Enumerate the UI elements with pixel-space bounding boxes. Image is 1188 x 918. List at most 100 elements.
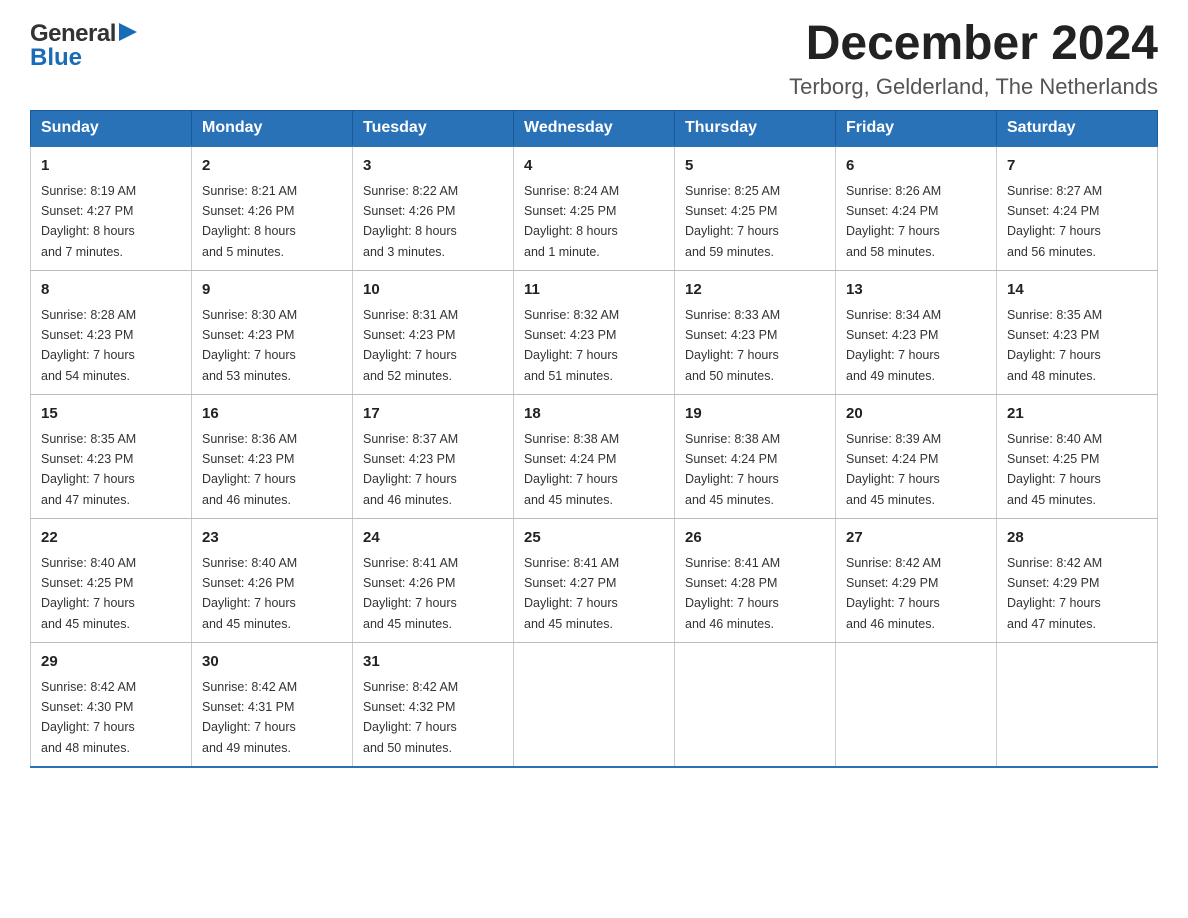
day-info: Sunrise: 8:41 AMSunset: 4:28 PMDaylight:… bbox=[685, 556, 780, 631]
day-number: 8 bbox=[41, 279, 181, 302]
day-info: Sunrise: 8:34 AMSunset: 4:23 PMDaylight:… bbox=[846, 308, 941, 383]
day-info: Sunrise: 8:31 AMSunset: 4:23 PMDaylight:… bbox=[363, 308, 458, 383]
calendar-cell: 5 Sunrise: 8:25 AMSunset: 4:25 PMDaylight… bbox=[675, 146, 836, 271]
calendar-cell: 4 Sunrise: 8:24 AMSunset: 4:25 PMDaylight… bbox=[514, 146, 675, 271]
calendar-cell: 28 Sunrise: 8:42 AMSunset: 4:29 PMDayligh… bbox=[997, 519, 1158, 643]
day-info: Sunrise: 8:28 AMSunset: 4:23 PMDaylight:… bbox=[41, 308, 136, 383]
calendar-table: SundayMondayTuesdayWednesdayThursdayFrid… bbox=[30, 110, 1158, 768]
calendar-cell: 10 Sunrise: 8:31 AMSunset: 4:23 PMDayligh… bbox=[353, 271, 514, 395]
day-info: Sunrise: 8:42 AMSunset: 4:29 PMDaylight:… bbox=[1007, 556, 1102, 631]
calendar-cell: 7 Sunrise: 8:27 AMSunset: 4:24 PMDaylight… bbox=[997, 146, 1158, 271]
calendar-cell: 30 Sunrise: 8:42 AMSunset: 4:31 PMDayligh… bbox=[192, 643, 353, 768]
day-number: 30 bbox=[202, 651, 342, 674]
calendar-cell: 1Sunrise: 8:19 AMSunset: 4:27 PMDaylight… bbox=[31, 146, 192, 271]
day-info: Sunrise: 8:26 AMSunset: 4:24 PMDaylight:… bbox=[846, 184, 941, 259]
day-number: 28 bbox=[1007, 527, 1147, 550]
week-row-4: 22 Sunrise: 8:40 AMSunset: 4:25 PMDayligh… bbox=[31, 519, 1158, 643]
logo-arrow-icon bbox=[119, 21, 137, 43]
day-info: Sunrise: 8:37 AMSunset: 4:23 PMDaylight:… bbox=[363, 432, 458, 507]
day-info: Sunrise: 8:41 AMSunset: 4:27 PMDaylight:… bbox=[524, 556, 619, 631]
calendar-cell: 25 Sunrise: 8:41 AMSunset: 4:27 PMDayligh… bbox=[514, 519, 675, 643]
header-friday: Friday bbox=[836, 111, 997, 147]
calendar-cell: 27Sunrise: 8:42 AMSunset: 4:29 PMDayligh… bbox=[836, 519, 997, 643]
calendar-cell: 8 Sunrise: 8:28 AMSunset: 4:23 PMDaylight… bbox=[31, 271, 192, 395]
day-info: Sunrise: 8:39 AMSunset: 4:24 PMDaylight:… bbox=[846, 432, 941, 507]
day-info: Sunrise: 8:22 AMSunset: 4:26 PMDaylight:… bbox=[363, 184, 458, 259]
day-info: Sunrise: 8:27 AMSunset: 4:24 PMDaylight:… bbox=[1007, 184, 1102, 259]
day-info: Sunrise: 8:30 AMSunset: 4:23 PMDaylight:… bbox=[202, 308, 297, 383]
day-info: Sunrise: 8:32 AMSunset: 4:23 PMDaylight:… bbox=[524, 308, 619, 383]
day-info: Sunrise: 8:42 AMSunset: 4:31 PMDaylight:… bbox=[202, 680, 297, 755]
location-subtitle: Terborg, Gelderland, The Netherlands bbox=[789, 74, 1158, 100]
header-tuesday: Tuesday bbox=[353, 111, 514, 147]
title-section: December 2024 Terborg, Gelderland, The N… bbox=[789, 20, 1158, 100]
day-info: Sunrise: 8:25 AMSunset: 4:25 PMDaylight:… bbox=[685, 184, 780, 259]
calendar-cell: 31 Sunrise: 8:42 AMSunset: 4:32 PMDayligh… bbox=[353, 643, 514, 768]
calendar-cell: 9 Sunrise: 8:30 AMSunset: 4:23 PMDaylight… bbox=[192, 271, 353, 395]
calendar-cell: 19 Sunrise: 8:38 AMSunset: 4:24 PMDayligh… bbox=[675, 395, 836, 519]
calendar-cell: 6 Sunrise: 8:26 AMSunset: 4:24 PMDaylight… bbox=[836, 146, 997, 271]
month-title: December 2024 bbox=[789, 20, 1158, 68]
calendar-cell: 20Sunrise: 8:39 AMSunset: 4:24 PMDayligh… bbox=[836, 395, 997, 519]
day-info: Sunrise: 8:42 AMSunset: 4:30 PMDaylight:… bbox=[41, 680, 136, 755]
day-number: 29 bbox=[41, 651, 181, 674]
header-wednesday: Wednesday bbox=[514, 111, 675, 147]
day-info: Sunrise: 8:41 AMSunset: 4:26 PMDaylight:… bbox=[363, 556, 458, 631]
calendar-cell bbox=[836, 643, 997, 768]
day-info: Sunrise: 8:38 AMSunset: 4:24 PMDaylight:… bbox=[685, 432, 780, 507]
day-info: Sunrise: 8:21 AMSunset: 4:26 PMDaylight:… bbox=[202, 184, 297, 259]
calendar-cell: 22 Sunrise: 8:40 AMSunset: 4:25 PMDayligh… bbox=[31, 519, 192, 643]
day-info: Sunrise: 8:35 AMSunset: 4:23 PMDaylight:… bbox=[41, 432, 136, 507]
day-number: 10 bbox=[363, 279, 503, 302]
day-number: 23 bbox=[202, 527, 342, 550]
day-info: Sunrise: 8:24 AMSunset: 4:25 PMDaylight:… bbox=[524, 184, 619, 259]
day-number: 13 bbox=[846, 279, 986, 302]
day-number: 17 bbox=[363, 403, 503, 426]
day-number: 4 bbox=[524, 155, 664, 178]
day-number: 16 bbox=[202, 403, 342, 426]
calendar-cell: 21 Sunrise: 8:40 AMSunset: 4:25 PMDayligh… bbox=[997, 395, 1158, 519]
day-number: 7 bbox=[1007, 155, 1147, 178]
day-number: 11 bbox=[524, 279, 664, 302]
header-saturday: Saturday bbox=[997, 111, 1158, 147]
calendar-cell: 12Sunrise: 8:33 AMSunset: 4:23 PMDayligh… bbox=[675, 271, 836, 395]
day-number: 14 bbox=[1007, 279, 1147, 302]
logo: General Blue bbox=[30, 20, 137, 72]
day-number: 21 bbox=[1007, 403, 1147, 426]
week-row-2: 8 Sunrise: 8:28 AMSunset: 4:23 PMDaylight… bbox=[31, 271, 1158, 395]
day-number: 1 bbox=[41, 155, 181, 178]
week-row-3: 15 Sunrise: 8:35 AMSunset: 4:23 PMDayligh… bbox=[31, 395, 1158, 519]
day-number: 6 bbox=[846, 155, 986, 178]
day-number: 2 bbox=[202, 155, 342, 178]
calendar-cell: 29 Sunrise: 8:42 AMSunset: 4:30 PMDayligh… bbox=[31, 643, 192, 768]
week-row-1: 1Sunrise: 8:19 AMSunset: 4:27 PMDaylight… bbox=[31, 146, 1158, 271]
day-number: 31 bbox=[363, 651, 503, 674]
calendar-cell: 23Sunrise: 8:40 AMSunset: 4:26 PMDayligh… bbox=[192, 519, 353, 643]
day-number: 18 bbox=[524, 403, 664, 426]
day-info: Sunrise: 8:40 AMSunset: 4:25 PMDaylight:… bbox=[1007, 432, 1102, 507]
day-info: Sunrise: 8:36 AMSunset: 4:23 PMDaylight:… bbox=[202, 432, 297, 507]
day-number: 25 bbox=[524, 527, 664, 550]
header-sunday: Sunday bbox=[31, 111, 192, 147]
day-info: Sunrise: 8:38 AMSunset: 4:24 PMDaylight:… bbox=[524, 432, 619, 507]
day-number: 22 bbox=[41, 527, 181, 550]
day-info: Sunrise: 8:35 AMSunset: 4:23 PMDaylight:… bbox=[1007, 308, 1102, 383]
header-thursday: Thursday bbox=[675, 111, 836, 147]
day-info: Sunrise: 8:42 AMSunset: 4:32 PMDaylight:… bbox=[363, 680, 458, 755]
day-info: Sunrise: 8:42 AMSunset: 4:29 PMDaylight:… bbox=[846, 556, 941, 631]
day-number: 3 bbox=[363, 155, 503, 178]
day-number: 15 bbox=[41, 403, 181, 426]
calendar-cell bbox=[675, 643, 836, 768]
day-number: 24 bbox=[363, 527, 503, 550]
day-info: Sunrise: 8:40 AMSunset: 4:25 PMDaylight:… bbox=[41, 556, 136, 631]
calendar-cell bbox=[514, 643, 675, 768]
header-monday: Monday bbox=[192, 111, 353, 147]
calendar-cell: 17 Sunrise: 8:37 AMSunset: 4:23 PMDayligh… bbox=[353, 395, 514, 519]
calendar-cell: 18 Sunrise: 8:38 AMSunset: 4:24 PMDayligh… bbox=[514, 395, 675, 519]
day-number: 19 bbox=[685, 403, 825, 426]
page-header: General Blue December 2024 Terborg, Geld… bbox=[30, 20, 1158, 100]
calendar-cell: 24 Sunrise: 8:41 AMSunset: 4:26 PMDayligh… bbox=[353, 519, 514, 643]
day-number: 5 bbox=[685, 155, 825, 178]
calendar-cell: 26Sunrise: 8:41 AMSunset: 4:28 PMDayligh… bbox=[675, 519, 836, 643]
day-number: 9 bbox=[202, 279, 342, 302]
